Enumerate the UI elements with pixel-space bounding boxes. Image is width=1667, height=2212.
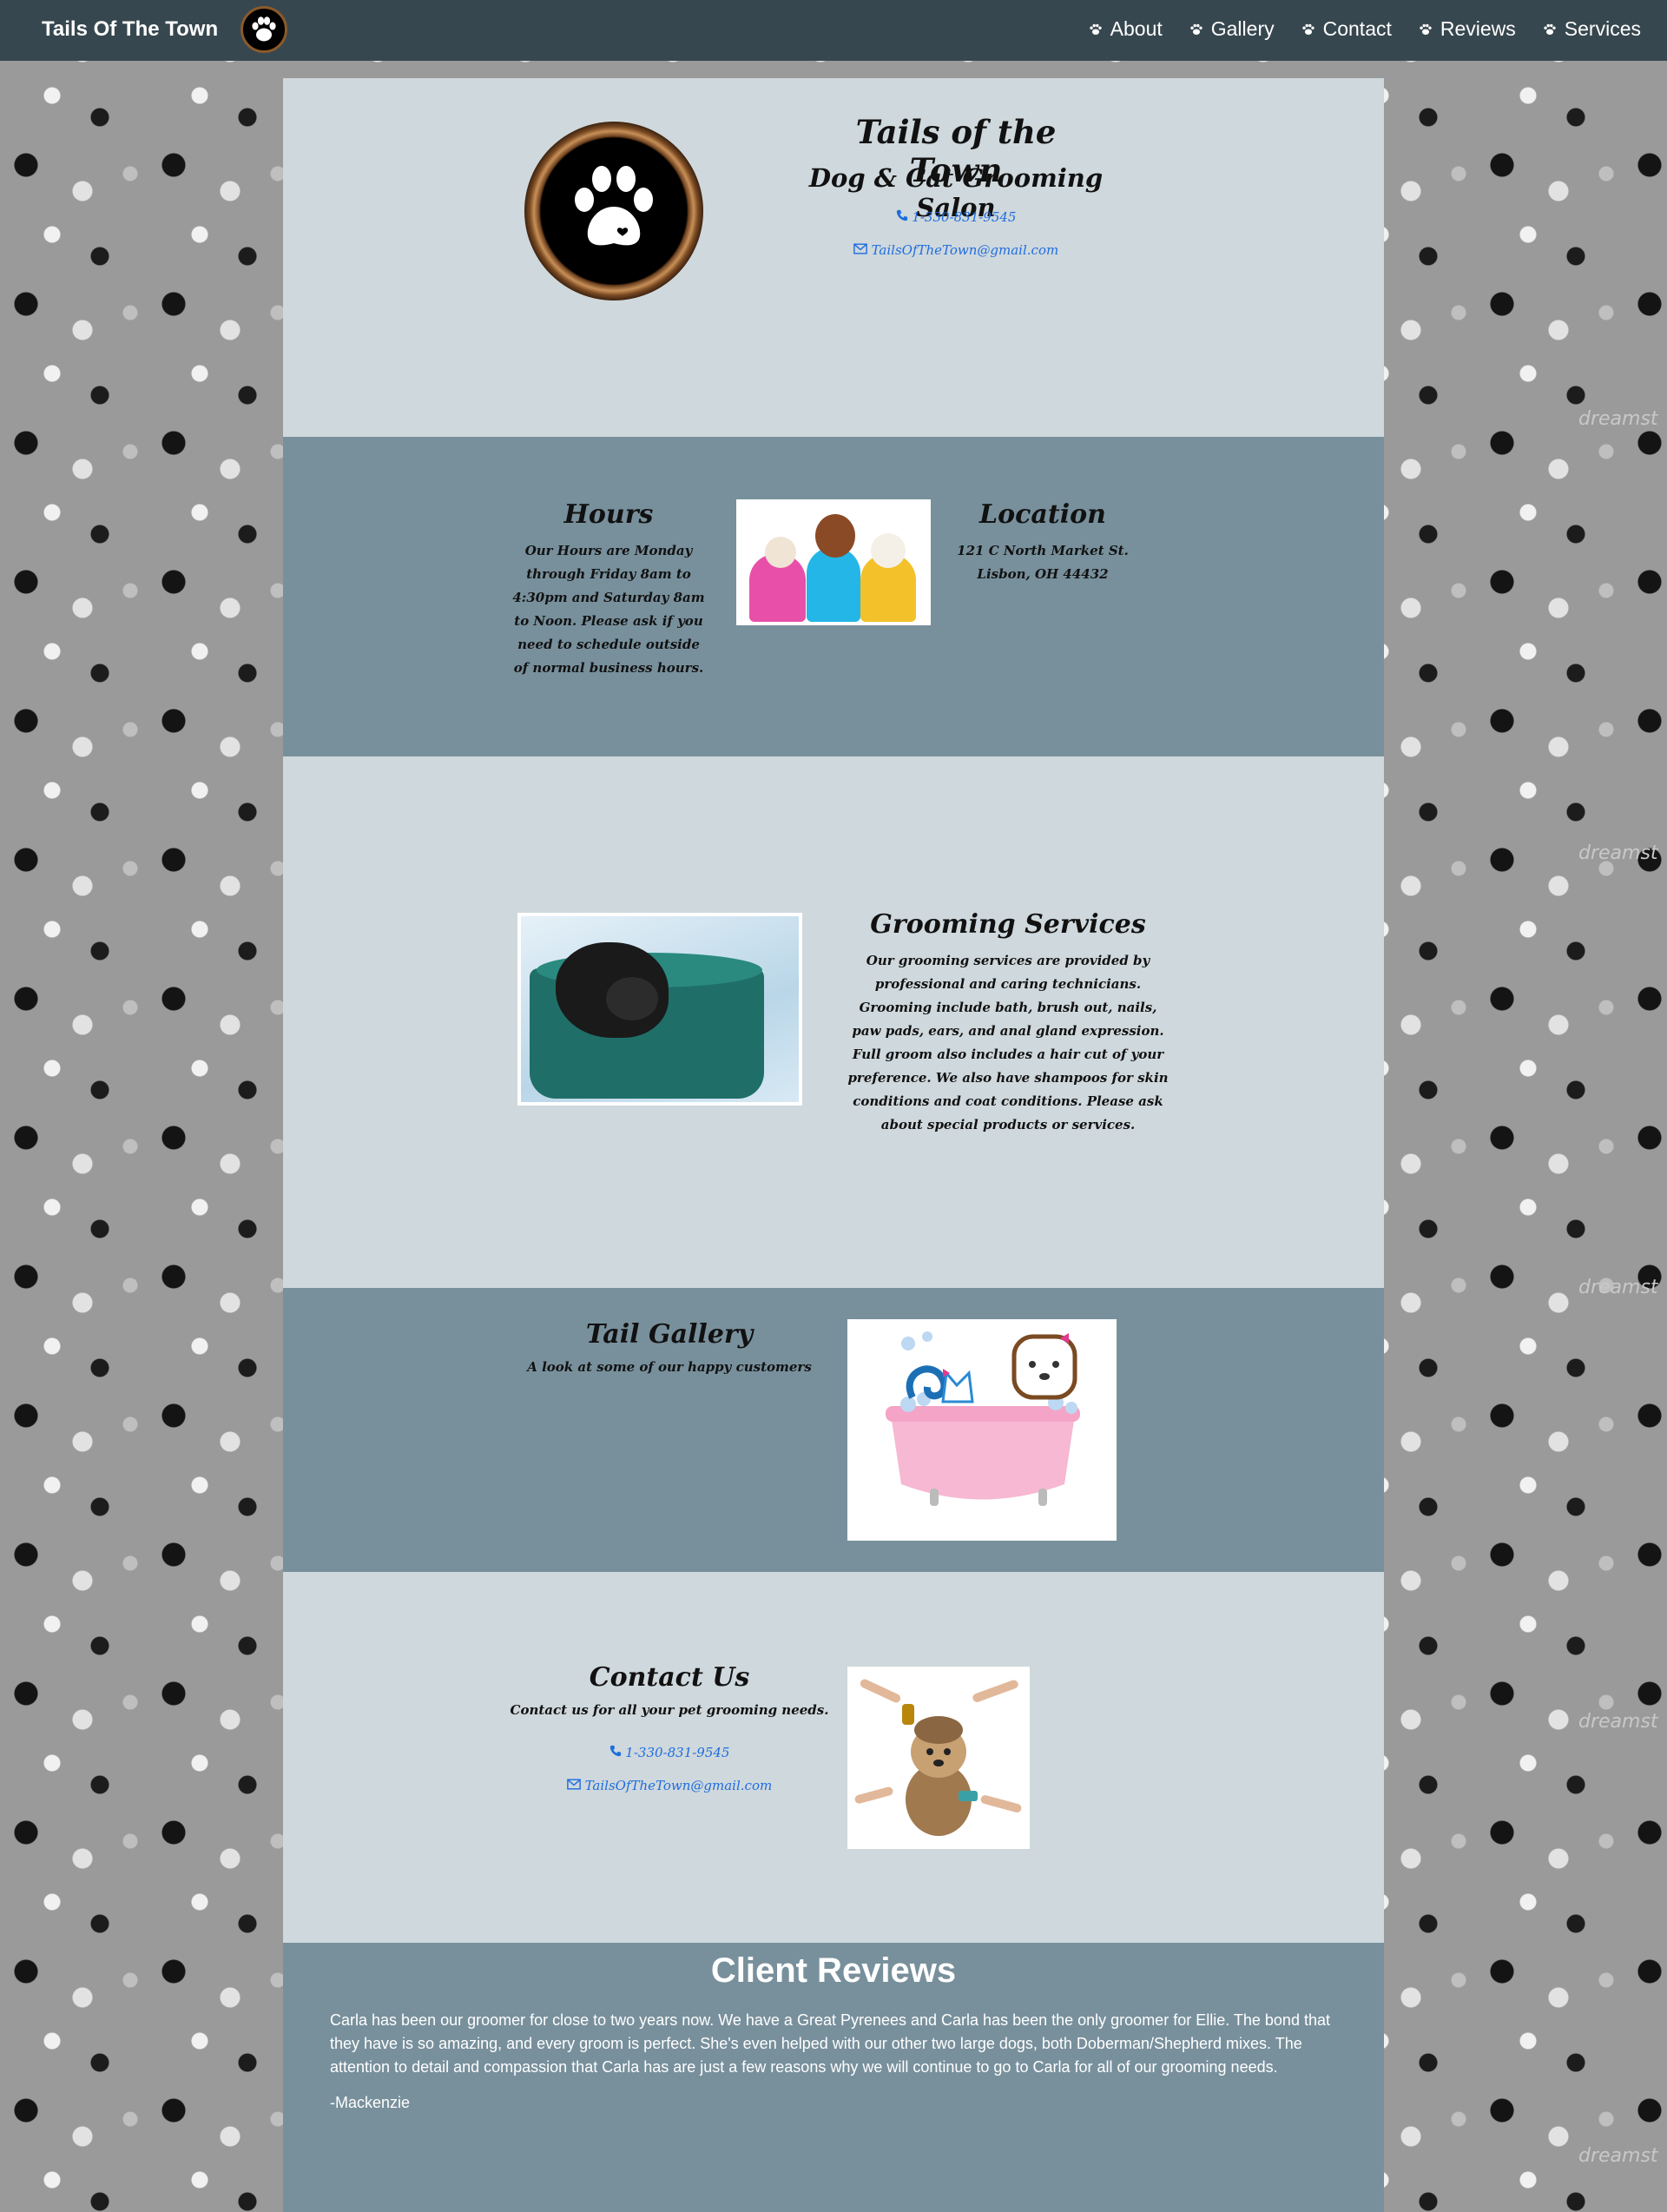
nav-item-label: Contact [1322, 17, 1392, 40]
pets-in-bathtub-image [847, 1319, 1117, 1541]
nav-item-label: Reviews [1440, 17, 1516, 40]
background-watermark: dreamst [1578, 1277, 1658, 1298]
hours-text: Our Hours are Monday through Friday 8am … [512, 543, 705, 676]
nav-item-label: Services [1564, 17, 1641, 40]
nav-item-services[interactable]: Services [1542, 17, 1641, 41]
salon-logo [524, 122, 703, 300]
background-watermark: dreamst [1578, 842, 1658, 864]
review-text: Carla has been our groomer for close to … [330, 2011, 1330, 2076]
hours-location-section: Hours Our Hours are Monday through Frida… [283, 437, 1384, 756]
reviews-title: Client Reviews [710, 1951, 957, 1990]
dog-with-grooming-tools-image [850, 1669, 1027, 1846]
location-text: 121 C North Market St. Lisbon, OH 44432 [957, 543, 1129, 582]
background-watermark: dreamst [1578, 2145, 1658, 2167]
phone-text: 1-330-831-9545 [912, 209, 1017, 225]
phone-link[interactable]: 1-330-831-9545 [896, 209, 1017, 225]
email-link[interactable]: TailsOfTheTown@gmail.com [566, 1778, 773, 1793]
navbar-brand[interactable]: Tails Of The Town [42, 17, 218, 42]
main-content: Tails of the Town Dog & Cat Grooming Sal… [283, 78, 1384, 2212]
paw-icon [575, 166, 653, 246]
paw-icon [1089, 23, 1102, 35]
contact-text: Contact us for all your pet grooming nee… [510, 1702, 829, 1718]
email-text: TailsOfTheTown@gmail.com [871, 242, 1059, 258]
reviews-section: Client Reviews Carla has been our groome… [283, 1943, 1384, 2212]
paw-icon [1420, 23, 1432, 35]
gallery-section: Tail Gallery A look at some of our happy… [283, 1288, 1384, 1572]
background-watermark: dreamst [1578, 1711, 1658, 1733]
nav-item-label: Gallery [1210, 17, 1275, 40]
contact-title: Contact Us [589, 1662, 750, 1693]
phone-link[interactable]: 1-330-831-9545 [609, 1745, 730, 1760]
nav-item-label: About [1110, 17, 1163, 40]
review-author: -Mackenzie [330, 2094, 411, 2111]
header-phone[interactable]: 1-330-831-9545 [804, 208, 1108, 225]
dog-in-tub-photo [517, 913, 802, 1106]
about-section: Tails of the Town Dog & Cat Grooming Sal… [283, 78, 1384, 437]
contact-section: Contact Us Contact us for all your pet g… [283, 1572, 1384, 1943]
nav-item-contact[interactable]: Contact [1301, 17, 1392, 41]
contact-phone[interactable]: 1-330-831-9545 [509, 1744, 830, 1760]
navbar-paw-logo[interactable] [240, 6, 287, 53]
gallery-text: A look at some of our happy customers [527, 1359, 812, 1375]
services-text: Our grooming services are provided by pr… [847, 953, 1169, 1132]
envelope-icon [853, 243, 867, 254]
header-email[interactable]: TailsOfTheTown@gmail.com [769, 241, 1143, 258]
services-title: Grooming Services [870, 909, 1146, 940]
nav-item-about[interactable]: About [1088, 17, 1163, 41]
gallery-title[interactable]: Tail Gallery [509, 1319, 830, 1350]
paw-icon [1190, 23, 1202, 35]
hours-title: Hours [563, 499, 654, 530]
phone-icon [896, 209, 907, 221]
paw-icon [1301, 23, 1314, 35]
dogs-in-towels-photo [736, 499, 931, 625]
nav-item-gallery[interactable]: Gallery [1189, 17, 1275, 41]
email-text: TailsOfTheTown@gmail.com [584, 1778, 773, 1793]
envelope-icon [566, 1779, 581, 1790]
nav-item-reviews[interactable]: Reviews [1418, 17, 1516, 41]
phone-text: 1-330-831-9545 [625, 1745, 730, 1760]
contact-email[interactable]: TailsOfTheTown@gmail.com [487, 1777, 852, 1793]
paw-icon [1544, 23, 1556, 35]
groomed-yorkie-photo [847, 1667, 1030, 1849]
background-watermark: dreamst [1578, 408, 1658, 430]
phone-icon [609, 1745, 621, 1757]
gallery-bath-illustration[interactable] [847, 1319, 1117, 1541]
top-navbar: Tails Of The Town About Gallery Contact … [0, 0, 1667, 61]
services-section: Grooming Services Our grooming services … [283, 756, 1384, 1288]
location-title: Location [979, 499, 1106, 530]
email-link[interactable]: TailsOfTheTown@gmail.com [853, 242, 1058, 258]
paw-icon [252, 17, 276, 42]
